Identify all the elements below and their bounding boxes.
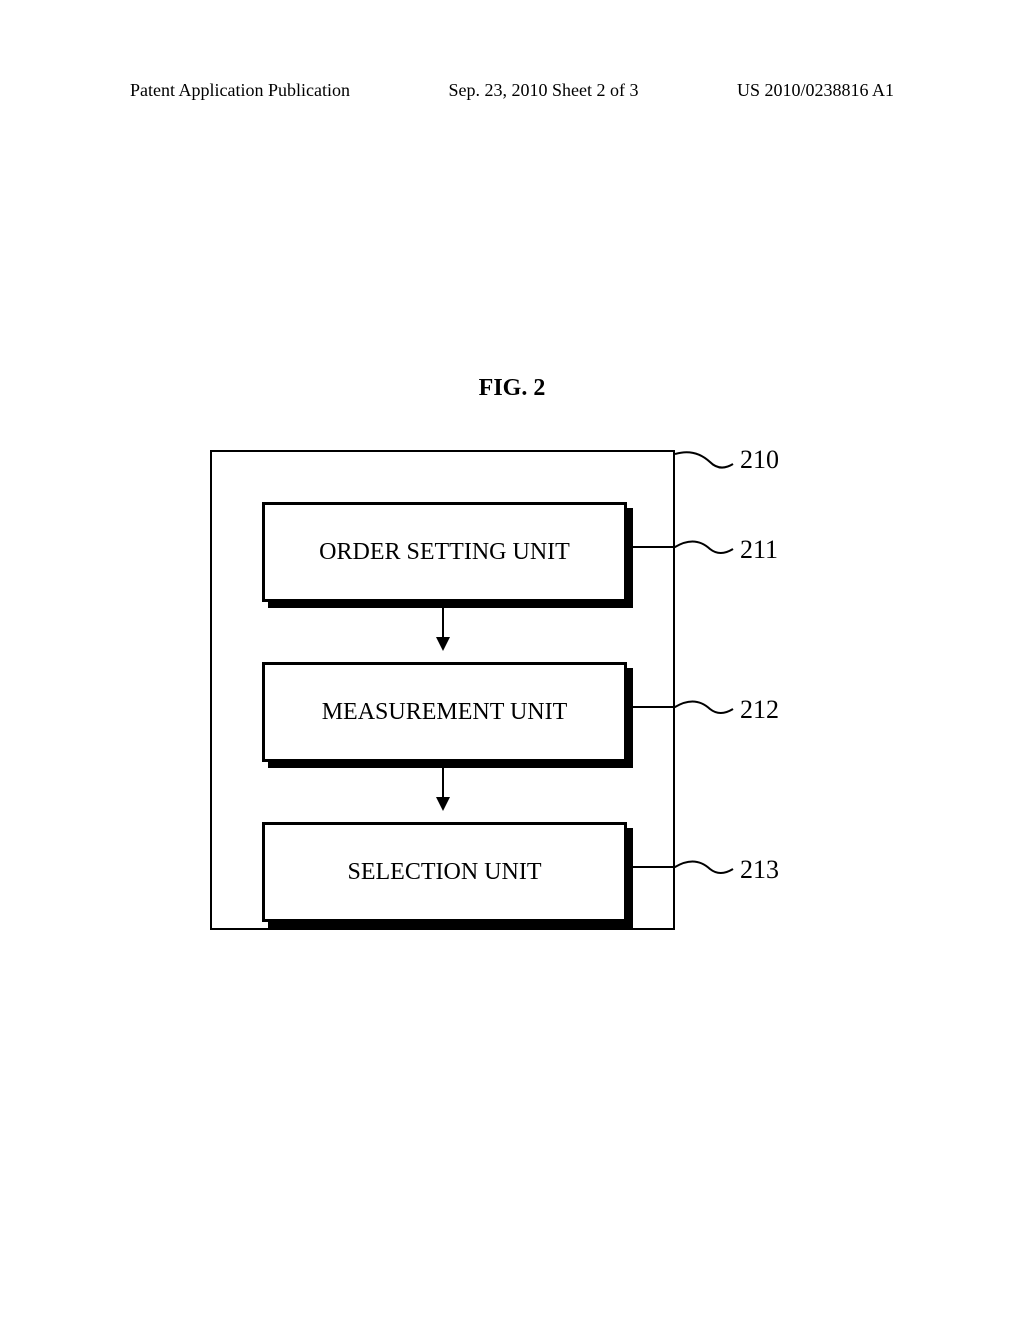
box-label: SELECTION UNIT — [348, 859, 542, 886]
arrow-down-icon — [442, 607, 444, 649]
reference-number-210: 210 — [740, 445, 779, 475]
arrow-down-icon — [442, 767, 444, 809]
box-label: ORDER SETTING UNIT — [319, 539, 570, 566]
reference-number-212: 212 — [740, 695, 779, 725]
reference-number-211: 211 — [740, 535, 778, 565]
page-header: Patent Application Publication Sep. 23, … — [0, 80, 1024, 101]
reference-number-213: 213 — [740, 855, 779, 885]
diagram-outer-box: ORDER SETTING UNIT MEASUREMENT UNIT SELE… — [210, 450, 675, 930]
order-setting-unit-box: ORDER SETTING UNIT — [262, 502, 627, 602]
lead-line-211 — [625, 535, 735, 565]
lead-line-212 — [625, 695, 735, 725]
box-label: MEASUREMENT UNIT — [322, 699, 568, 726]
measurement-unit-box: MEASUREMENT UNIT — [262, 662, 627, 762]
lead-line-213 — [625, 855, 735, 885]
header-publication-type: Patent Application Publication — [130, 80, 350, 101]
header-patent-number: US 2010/0238816 A1 — [737, 80, 894, 101]
lead-line-210 — [675, 450, 735, 480]
selection-unit-box: SELECTION UNIT — [262, 822, 627, 922]
figure-title: FIG. 2 — [479, 375, 546, 402]
header-date-sheet: Sep. 23, 2010 Sheet 2 of 3 — [448, 80, 638, 101]
